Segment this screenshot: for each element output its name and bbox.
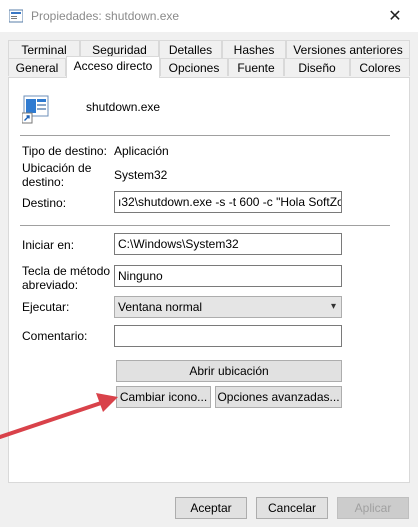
tab-versiones-anteriores[interactable]: Versiones anteriores (286, 40, 410, 58)
title-bar: Propiedades: shutdown.exe ✕ (0, 0, 418, 32)
chevron-down-icon: ▾ (330, 301, 336, 312)
tab-opciones[interactable]: Opciones (160, 58, 228, 76)
tab-label: Detalles (168, 43, 213, 57)
tecla-metodo-abreviado-input[interactable]: Ninguno (114, 265, 342, 287)
tab-label: Fuente (237, 61, 275, 75)
cambiar-icono-button[interactable]: Cambiar icono... (116, 386, 211, 408)
tab-label: Colores (359, 61, 401, 75)
tab-general[interactable]: General (8, 58, 66, 76)
tab-label: Versiones anteriores (293, 43, 403, 57)
tab-fuente[interactable]: Fuente (228, 58, 284, 76)
tab-label: Seguridad (92, 43, 147, 57)
abrir-ubicacion-button[interactable]: Abrir ubicación (116, 360, 342, 382)
tab-hashes[interactable]: Hashes (222, 40, 286, 58)
tab-colores[interactable]: Colores (350, 58, 410, 76)
aceptar-button[interactable]: Aceptar (175, 497, 247, 519)
separator-middle (20, 225, 390, 226)
tab-acceso-directo[interactable]: Acceso directo (66, 56, 160, 78)
file-name: shutdown.exe (86, 100, 161, 114)
window-title: Propiedades: shutdown.exe (31, 9, 180, 23)
ejecutar-select[interactable]: Ventana normal ▾ (114, 296, 342, 318)
tecla-label-line2: abreviado: (22, 278, 79, 292)
separator-top (20, 135, 390, 136)
ubicacion-destino-label-line1: Ubicación de (22, 161, 92, 175)
tab-label: Opciones (168, 61, 220, 75)
tab-detalles[interactable]: Detalles (159, 40, 222, 58)
iniciar-en-label: Iniciar en: (22, 238, 75, 252)
shortcut-file-icon (22, 95, 49, 124)
tab-diseno[interactable]: Diseño (284, 58, 350, 76)
aplicar-button[interactable]: Aplicar (337, 497, 409, 519)
tecla-label-line1: Tecla de método (22, 264, 111, 278)
destino-input[interactable]: ı32\shutdown.exe -s -t 600 -c "Hola Soft… (114, 191, 342, 213)
comentario-label: Comentario: (22, 329, 88, 343)
tab-label: Terminal (21, 43, 67, 57)
tab-label: General (15, 61, 59, 75)
comentario-input[interactable] (114, 325, 342, 347)
tipo-destino-label: Tipo de destino: (22, 144, 107, 158)
tab-label: Diseño (298, 61, 336, 75)
ubicacion-destino-value: System32 (114, 168, 168, 182)
properties-window-icon (9, 9, 23, 23)
opciones-avanzadas-button[interactable]: Opciones avanzadas... (215, 386, 342, 408)
destino-label: Destino: (22, 196, 67, 210)
tab-label: Hashes (233, 43, 275, 57)
ejecutar-selected-value: Ventana normal (118, 300, 203, 314)
iniciar-en-input[interactable]: C:\Windows\System32 (114, 233, 342, 255)
tab-label: Acceso directo (73, 59, 153, 73)
cancelar-button[interactable]: Cancelar (256, 497, 328, 519)
close-button[interactable]: ✕ (372, 0, 418, 32)
ejecutar-label: Ejecutar: (22, 300, 70, 314)
ubicacion-destino-label-line2: destino: (22, 175, 65, 189)
tipo-destino-value: Aplicación (114, 144, 169, 158)
close-icon: ✕ (388, 8, 402, 25)
